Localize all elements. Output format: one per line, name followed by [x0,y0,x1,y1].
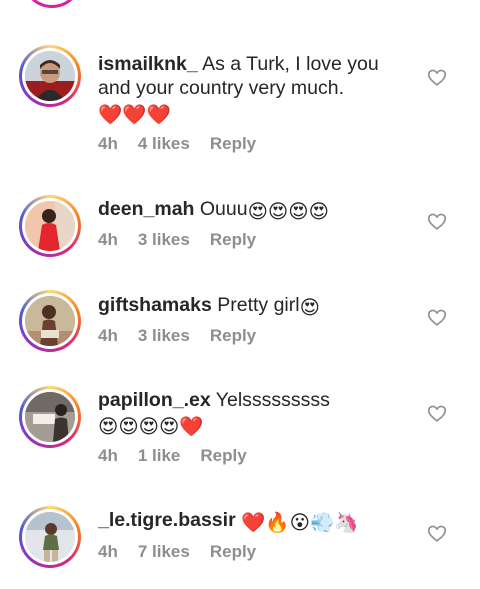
comment-text: _le.tigre.bassir ❤️🔥😮💨🦄 [98,508,398,535]
heart-outline-icon[interactable] [426,402,448,424]
avatar[interactable] [19,386,81,448]
comment-emoji: ❤️🔥😮💨🦄 [241,512,359,534]
comment-text: giftshamaks Pretty girl😍 [98,293,398,320]
comment-username[interactable]: deen_mah [98,198,194,220]
reply-button[interactable]: Reply [210,542,256,562]
comment-time: 4h [98,134,118,153]
avatar[interactable] [19,290,81,352]
avatar-photo [25,392,75,442]
avatar[interactable] [19,506,81,568]
comment-meta: 4h 1 like Reply [98,446,267,466]
comment-body: Pretty girl [217,294,300,316]
comment-body: Ouuu [199,198,248,220]
comment-likes[interactable]: 3 likes [138,326,190,346]
comment-time: 4h [98,230,118,249]
comment-emoji: ❤️❤️❤️ [98,104,171,126]
reply-button[interactable]: Reply [210,134,256,154]
comment-time: 4h [98,542,118,561]
comment-username[interactable]: _le.tigre.bassir [98,509,236,531]
reply-button[interactable]: Reply [200,446,246,466]
avatar[interactable] [19,45,81,107]
comment-meta: 4h 4 likes Reply [98,134,276,154]
avatar-photo [25,512,75,562]
avatar-photo [25,201,75,251]
comment-emoji: 😍 [299,297,320,319]
comment-meta: 4h 3 likes Reply [98,326,276,346]
comment-text: papillon_.ex Yelsssssssss 😍😍😍😍❤️ [98,388,398,439]
comment-time: 4h [98,446,118,465]
comment-text: deen_mah Ouuu😍😍😍😍 [98,197,398,224]
comment-meta: 4h 3 likes Reply [98,230,276,250]
avatar-photo [25,296,75,346]
heart-outline-icon[interactable] [426,66,448,88]
comment-likes[interactable]: 1 like [138,446,181,466]
heart-outline-icon[interactable] [426,522,448,544]
reply-button[interactable]: Reply [210,230,256,250]
reply-button[interactable]: Reply [210,326,256,346]
comment-likes[interactable]: 4 likes [138,134,190,154]
comment-username[interactable]: giftshamaks [98,294,212,316]
comment-body: Yelsssssssss [215,389,330,411]
comment-username[interactable]: papillon_.ex [98,389,211,411]
comment-list: ismailknk_ As a Turk, I love you and you… [0,0,480,589]
avatar-photo [25,51,75,101]
comment-likes[interactable]: 3 likes [138,230,190,250]
comment-time: 4h [98,326,118,345]
heart-outline-icon[interactable] [426,306,448,328]
comment-likes[interactable]: 7 likes [138,542,190,562]
comment-meta: 4h 7 likes Reply [98,542,276,562]
comment-text: ismailknk_ As a Turk, I love you and you… [98,52,398,127]
comment-emoji: 😍😍😍😍 [247,201,329,223]
avatar[interactable] [19,195,81,257]
comment-emoji: 😍😍😍😍❤️ [98,416,204,438]
comment-username[interactable]: ismailknk_ [98,53,198,75]
heart-outline-icon[interactable] [426,210,448,232]
